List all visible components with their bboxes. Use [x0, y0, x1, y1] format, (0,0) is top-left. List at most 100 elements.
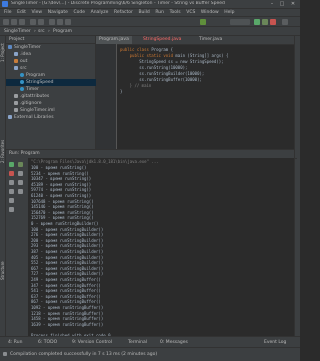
tree-item[interactable]: .gitattributes	[14, 93, 49, 100]
menu-help[interactable]: Help	[224, 9, 234, 17]
tree-item[interactable]: .gitignore	[14, 100, 42, 107]
stop-icon[interactable]	[9, 171, 14, 176]
trash-icon[interactable]	[9, 207, 14, 212]
project-panel: Project SingleTimer .idea out src Progra…	[6, 36, 110, 149]
menu-vcs[interactable]: VCS	[186, 9, 195, 17]
breadcrumb-separator-icon: ›	[34, 29, 36, 34]
breadcrumb-project[interactable]: SingleTimer	[4, 27, 31, 36]
tab-stringspeed[interactable]: StringSpeed.java	[140, 36, 184, 44]
run-tab-program[interactable]: Program	[21, 151, 40, 156]
minimize-button[interactable]: –	[268, 1, 276, 7]
debug-icon[interactable]	[18, 162, 23, 167]
class-icon	[20, 86, 24, 91]
close-button[interactable]: ✕	[289, 1, 297, 7]
tab-program[interactable]: Program.java	[96, 36, 132, 44]
menu-tools[interactable]: Tools	[170, 9, 181, 17]
tree-item-label: .gitattributes	[20, 94, 50, 99]
copy-icon[interactable]	[57, 19, 63, 25]
project-panel-title: Project	[6, 36, 99, 44]
run-configuration-select[interactable]	[230, 19, 250, 25]
tree-item[interactable]: SingleTimer.iml	[14, 107, 55, 114]
code-line: }	[120, 89, 123, 94]
tree-item[interactable]: External Libraries	[8, 114, 54, 121]
tree-item-label: External Libraries	[14, 115, 54, 120]
tree-item-label: src	[20, 66, 27, 71]
title-bar: SingleTimer - [G:\dev\...] - Discrete Pr…	[0, 0, 300, 9]
run-toolbar	[6, 158, 29, 337]
menu-edit[interactable]: Edit	[17, 9, 26, 17]
right-tool-strip	[294, 36, 300, 336]
menu-analyze[interactable]: Analyze	[91, 9, 109, 17]
breadcrumb-separator-icon: ›	[48, 29, 50, 34]
run-panel-title: Run	[9, 151, 18, 156]
menu-code[interactable]: Code	[74, 9, 86, 17]
code-editor[interactable]: Program.java StringSpeed.java Timer.java…	[96, 36, 294, 149]
soft-wrap-icon[interactable]	[18, 171, 23, 176]
file-icon	[14, 100, 18, 105]
stop-icon[interactable]	[270, 19, 276, 25]
status-message: Compilation completed successfully in 7 …	[10, 352, 158, 357]
tree-item[interactable]: .idea	[14, 51, 31, 58]
cut-icon[interactable]	[49, 19, 55, 25]
tree-item[interactable]: SingleTimer	[8, 44, 41, 51]
folder-icon	[14, 65, 18, 70]
tree-item-label: Timer	[26, 87, 39, 92]
main-toolbar	[0, 17, 300, 27]
file-icon	[14, 93, 18, 98]
tab-timer[interactable]: Timer.java	[196, 36, 225, 44]
settings-icon[interactable]	[18, 180, 23, 185]
save-all-icon[interactable]	[11, 19, 17, 25]
tree-item[interactable]: Timer	[20, 86, 39, 93]
menu-view[interactable]: View	[31, 9, 42, 17]
paste-icon[interactable]	[65, 19, 71, 25]
tree-item[interactable]: src	[14, 65, 27, 72]
class-icon	[20, 72, 24, 77]
menu-build[interactable]: Build	[138, 9, 149, 17]
tree-item-label: StringSpeed	[26, 80, 54, 85]
open-icon[interactable]	[3, 19, 9, 25]
breadcrumb-src[interactable]: src	[38, 27, 45, 36]
rerun-icon[interactable]	[9, 162, 14, 167]
sync-icon[interactable]	[19, 19, 25, 25]
window-title: SingleTimer - [G:\dev\...] - Discrete Pr…	[11, 1, 225, 6]
tree-item-label: SingleTimer.iml	[20, 108, 55, 113]
editor-gutter	[96, 44, 117, 149]
maximize-button[interactable]: □	[278, 1, 286, 7]
tree-item-label: Program	[26, 73, 45, 78]
search-everywhere-icon[interactable]	[282, 19, 288, 25]
folder-icon	[14, 58, 18, 63]
print-icon[interactable]	[9, 198, 14, 203]
menu-refactor[interactable]: Refactor	[114, 9, 133, 17]
tree-item-label: SingleTimer	[14, 45, 41, 50]
pause-icon[interactable]	[9, 180, 14, 185]
file-icon	[14, 107, 18, 112]
scroll-to-end-icon[interactable]	[9, 189, 14, 194]
editor-tab-bar: Program.java StringSpeed.java Timer.java	[96, 36, 294, 45]
module-icon	[8, 44, 12, 49]
intellij-app-icon	[2, 1, 8, 7]
close-icon[interactable]	[18, 189, 23, 194]
build-icon[interactable]	[200, 19, 206, 25]
undo-icon[interactable]	[30, 19, 36, 25]
run-icon[interactable]	[254, 19, 260, 25]
menu-run[interactable]: Run	[155, 9, 164, 17]
tree-item-label: out	[20, 59, 28, 64]
tree-item-label: .gitignore	[20, 101, 42, 106]
menu-file[interactable]: File	[4, 9, 12, 17]
menu-bar: File Edit View Navigate Code Analyze Ref…	[0, 9, 300, 17]
breadcrumb-class[interactable]: Program	[53, 27, 72, 36]
menu-window[interactable]: Window	[201, 9, 219, 17]
run-tool-window: Run: Program "C:\Program Files\Java\jdk1…	[6, 149, 297, 337]
redo-icon[interactable]	[38, 19, 44, 25]
tree-item[interactable]: out	[14, 58, 27, 65]
breadcrumb: SingleTimer › src › Program	[0, 27, 300, 36]
bottom-tool-tabs: 4: Run 6: TODO 9: Version Control Termin…	[0, 336, 300, 347]
folder-icon	[14, 51, 18, 56]
tool-windows-icon[interactable]	[3, 352, 7, 356]
menu-navigate[interactable]: Navigate	[48, 9, 68, 17]
tree-item-label: .idea	[20, 52, 32, 57]
tree-item[interactable]: Program	[20, 72, 45, 79]
tree-item-selected[interactable]: StringSpeed	[6, 79, 110, 86]
debug-icon[interactable]	[262, 19, 268, 25]
console-output[interactable]: "C:\Program Files\Java\jdk1.8.0_181\bin\…	[28, 158, 294, 337]
